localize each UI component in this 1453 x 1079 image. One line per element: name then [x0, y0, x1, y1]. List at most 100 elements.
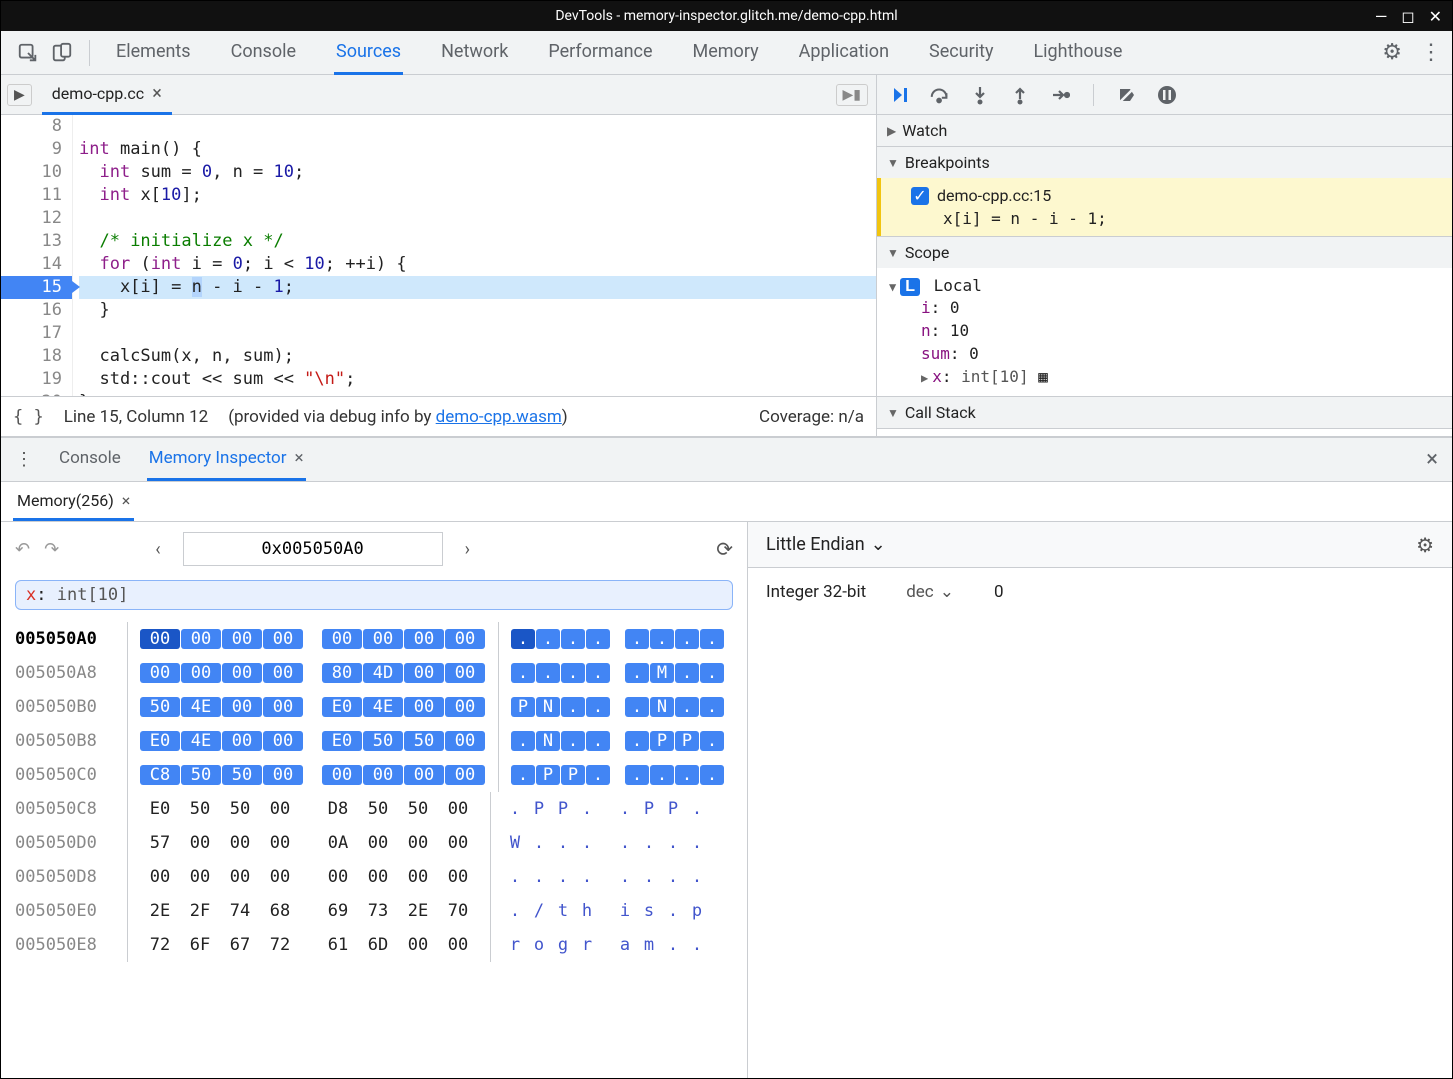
memory-ascii: .PP..PP.: [503, 799, 709, 819]
memory-row-address: 005050D8: [15, 867, 115, 887]
chevron-down-icon: ▼: [887, 156, 899, 170]
tab-memory[interactable]: Memory: [691, 31, 761, 75]
breakpoint-item[interactable]: ✓demo-cpp.cc:15 x[i] = n - i - 1;: [877, 178, 1452, 236]
watch-section[interactable]: ▶Watch: [877, 115, 1452, 147]
tab-performance[interactable]: Performance: [546, 31, 654, 75]
breakpoint-checkbox[interactable]: ✓: [911, 187, 929, 205]
chevron-down-icon: ▼: [889, 280, 896, 294]
history-forward-icon[interactable]: ↷: [44, 539, 59, 560]
call-stack-section[interactable]: ▼ Call Stack: [877, 397, 1452, 429]
drawer-close-icon[interactable]: ×: [1426, 447, 1438, 472]
debug-separator: [1093, 84, 1094, 106]
close-drawer-tab-icon[interactable]: ×: [295, 448, 304, 468]
breakpoints-label: Breakpoints: [905, 153, 990, 172]
interpreted-value: 0: [994, 582, 1004, 602]
memory-chip-icon[interactable]: ▦: [1038, 367, 1048, 386]
history-back-icon[interactable]: ↶: [15, 539, 30, 560]
memory-row[interactable]: 005050A8 00000000804D0000 .....M..: [15, 656, 733, 690]
value-type: Integer 32-bit: [766, 582, 866, 602]
memory-hex-bytes: 0000000000000000: [140, 629, 486, 649]
memory-row-address: 005050B0: [15, 697, 115, 717]
settings-gear-icon[interactable]: ⚙: [1382, 40, 1402, 65]
tab-application[interactable]: Application: [797, 31, 891, 75]
memory-row[interactable]: 005050A0 0000000000000000 ........: [15, 622, 733, 656]
memory-hex-grid[interactable]: 005050A0 0000000000000000 ........ 00505…: [15, 622, 733, 962]
refresh-icon[interactable]: ⟳: [716, 537, 733, 561]
chevron-down-icon: ▼: [887, 406, 899, 420]
scope-header[interactable]: ▼Scope: [877, 237, 1452, 268]
memory-hex-bytes: C850500000000000: [140, 765, 486, 785]
pause-exceptions-icon[interactable]: [1156, 84, 1178, 106]
tab-elements[interactable]: Elements: [114, 31, 193, 75]
chevron-down-icon: ⌄: [940, 582, 954, 602]
memory-row-address: 005050C0: [15, 765, 115, 785]
memory-ascii: ./this.p: [503, 901, 709, 921]
inspect-element-icon[interactable]: [11, 36, 45, 70]
editor-status-bar: { } Line 15, Column 12 (provided via deb…: [1, 396, 876, 436]
main-tabs: Elements Console Sources Network Perform…: [114, 31, 1124, 75]
file-tab-demo-cpp[interactable]: demo-cpp.cc ×: [42, 75, 172, 115]
value-format-select[interactable]: dec⌄: [906, 582, 954, 602]
tab-console[interactable]: Console: [229, 31, 298, 75]
memory-row[interactable]: 005050B0 504E0000E04E0000 PN...N..: [15, 690, 733, 724]
wasm-link[interactable]: demo-cpp.wasm: [436, 407, 562, 427]
chevron-right-icon: ▶: [921, 371, 928, 385]
tab-sources[interactable]: Sources: [334, 31, 403, 75]
step-over-icon[interactable]: [929, 84, 951, 106]
scope-local-label: Local: [934, 276, 982, 295]
step-out-icon[interactable]: [1009, 84, 1031, 106]
drawer-tab-memory-inspector[interactable]: Memory Inspector×: [147, 438, 306, 481]
breakpoint-location: demo-cpp.cc:15: [937, 186, 1051, 205]
memory-address-input[interactable]: [183, 532, 443, 566]
code-editor[interactable]: 891011121314151617181920 int main() { in…: [1, 115, 876, 396]
pretty-print-icon[interactable]: { }: [13, 407, 44, 427]
drawer-kebab-icon[interactable]: ⋮: [15, 449, 33, 470]
memory-row[interactable]: 005050C0 C850500000000000 .PP.....: [15, 758, 733, 792]
value-settings-gear-icon[interactable]: ⚙: [1416, 533, 1434, 557]
close-memory-tab-icon[interactable]: ×: [122, 491, 131, 510]
step-into-icon[interactable]: [969, 84, 991, 106]
step-icon[interactable]: [1049, 84, 1071, 106]
toggle-navigator-icon[interactable]: ▶: [7, 84, 32, 106]
deactivate-breakpoints-icon[interactable]: [1116, 84, 1138, 106]
memory-row[interactable]: 005050E8 726F6772616D0000 rogram..: [15, 928, 733, 962]
resume-icon[interactable]: [889, 84, 911, 106]
scope-local-header[interactable]: ▼L Local: [889, 276, 1440, 296]
kebab-menu-icon[interactable]: ⋮: [1420, 40, 1442, 65]
memory-object-chip[interactable]: x: int[10]: [15, 580, 733, 610]
debug-controls: [877, 75, 1452, 115]
memory-row-address: 005050B8: [15, 731, 115, 751]
coverage-status: Coverage: n/a: [759, 407, 864, 427]
scope-var-n[interactable]: n: 10: [889, 319, 1440, 342]
memory-row-address: 005050C8: [15, 799, 115, 819]
memory-tab[interactable]: Memory(256) ×: [13, 483, 134, 521]
call-stack-label: Call Stack: [905, 403, 976, 422]
scope-var-x[interactable]: ▶x: int[10] ▦: [889, 365, 1440, 388]
scope-var-sum[interactable]: sum: 0: [889, 342, 1440, 365]
scope-section: ▼Scope ▼L Local i: 0 n: 10 sum: 0 ▶x: in…: [877, 237, 1452, 397]
memory-row-address: 005050E0: [15, 901, 115, 921]
memory-row[interactable]: 005050D0 570000000A000000 W.......: [15, 826, 733, 860]
drawer-tab-console[interactable]: Console: [57, 438, 123, 481]
memory-row[interactable]: 005050E0 2E2F746869732E70 ./this.p: [15, 894, 733, 928]
memory-ascii: rogram..: [503, 935, 709, 955]
window-maximize-icon[interactable]: ◻: [1401, 7, 1414, 26]
tab-network[interactable]: Network: [439, 31, 510, 75]
line-gutter: 891011121314151617181920: [1, 115, 73, 396]
tab-security[interactable]: Security: [927, 31, 995, 75]
memory-row[interactable]: 005050B8 E04E0000E0505000 .N...PP.: [15, 724, 733, 758]
toggle-debugger-icon[interactable]: ▶▮: [836, 84, 868, 106]
breakpoints-header[interactable]: ▼ Breakpoints: [877, 147, 1452, 178]
tab-lighthouse[interactable]: Lighthouse: [1031, 31, 1124, 75]
window-title: DevTools - memory-inspector.glitch.me/de…: [555, 8, 897, 24]
scope-var-i[interactable]: i: 0: [889, 296, 1440, 319]
memory-row[interactable]: 005050C8 E0505000D8505000 .PP..PP.: [15, 792, 733, 826]
window-minimize-icon[interactable]: —: [1375, 7, 1388, 26]
page-prev-icon[interactable]: ‹: [147, 539, 168, 560]
page-next-icon[interactable]: ›: [457, 539, 478, 560]
window-close-icon[interactable]: ✕: [1429, 7, 1442, 26]
close-file-tab-icon[interactable]: ×: [152, 83, 162, 104]
endian-select[interactable]: Little Endian ⌄: [766, 534, 886, 555]
device-toggle-icon[interactable]: [45, 36, 79, 70]
memory-row[interactable]: 005050D8 0000000000000000 ........: [15, 860, 733, 894]
